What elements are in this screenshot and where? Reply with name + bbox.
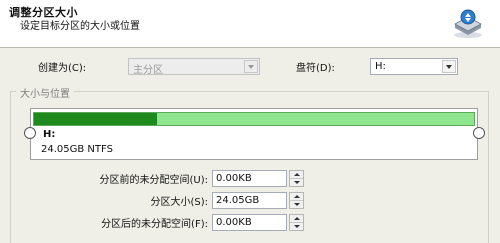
unallocated-before-value: 0.00KB [216, 173, 252, 184]
unallocated-before-stepper[interactable] [289, 170, 304, 187]
size-position-group-title: 大小与位置 [16, 85, 74, 100]
stepper-down-icon[interactable] [290, 201, 303, 208]
chevron-down-icon[interactable] [442, 60, 456, 73]
partition-size-value: 24.05GB [216, 195, 260, 206]
partition-info: 24.05GB NTFS [41, 144, 113, 155]
create-as-select: 主分区 [128, 58, 260, 76]
stepper-down-icon[interactable] [290, 179, 303, 186]
partition-used-fill [34, 113, 158, 125]
dialog-header: 调整分区大小 设定目标分区的大小或位置 [0, 0, 500, 48]
drive-letter-select[interactable]: H: [370, 58, 458, 75]
unallocated-after-value: 0.00KB [216, 217, 252, 228]
partition-size-label: 分区大小(S): [150, 197, 208, 208]
stepper-up-icon[interactable] [290, 171, 303, 179]
unallocated-after-stepper[interactable] [289, 214, 304, 231]
partition-size-input[interactable]: 24.05GB [212, 192, 287, 209]
left-resize-handle[interactable] [24, 127, 36, 139]
stepper-up-icon[interactable] [290, 215, 303, 223]
stepper-down-icon[interactable] [290, 223, 303, 230]
create-as-label: 创建为(C): [38, 63, 87, 74]
create-as-value: 主分区 [133, 65, 163, 76]
partition-name: H: [43, 129, 56, 140]
chevron-down-icon [244, 60, 258, 73]
drive-letter-value: H: [375, 61, 386, 72]
unallocated-before-input[interactable]: 0.00KB [212, 170, 287, 187]
drive-letter-label: 盘符(D): [296, 63, 335, 74]
unallocated-after-input[interactable]: 0.00KB [212, 214, 287, 231]
right-resize-handle[interactable] [473, 127, 485, 139]
disk-resize-icon [454, 9, 482, 38]
partition-size-stepper[interactable] [289, 192, 304, 209]
partition-bar[interactable] [33, 112, 475, 126]
dialog-subtitle: 设定目标分区的大小或位置 [20, 21, 140, 32]
partition-map[interactable]: H: 24.05GB NTFS [30, 108, 478, 160]
unallocated-after-label: 分区后的未分配空间(F): [101, 219, 208, 230]
stepper-up-icon[interactable] [290, 193, 303, 201]
unallocated-before-label: 分区前的未分配空间(U): [99, 175, 209, 186]
